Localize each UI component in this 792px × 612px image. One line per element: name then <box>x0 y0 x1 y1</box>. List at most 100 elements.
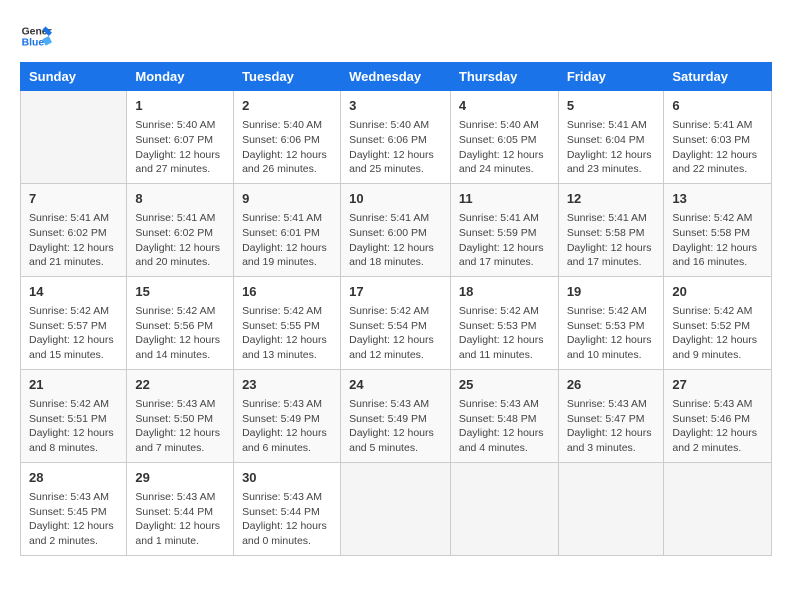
calendar-cell: 30 Sunrise: 5:43 AM Sunset: 5:44 PM Dayli… <box>234 462 341 555</box>
calendar-week-1: 1 Sunrise: 5:40 AM Sunset: 6:07 PM Daylig… <box>21 91 772 184</box>
calendar-header-row: SundayMondayTuesdayWednesdayThursdayFrid… <box>21 63 772 91</box>
col-header-wednesday: Wednesday <box>341 63 451 91</box>
calendar-cell: 23Sunrise: 5:43 AM Sunset: 5:49 PM Dayli… <box>234 369 341 462</box>
calendar-cell: 1 Sunrise: 5:40 AM Sunset: 6:07 PM Daylig… <box>127 91 234 184</box>
day-number: 26 <box>567 376 656 394</box>
calendar-cell: 8 Sunrise: 5:41 AM Sunset: 6:02 PM Daylig… <box>127 183 234 276</box>
day-info: Sunrise: 5:40 AM Sunset: 6:05 PM Dayligh… <box>459 118 550 177</box>
day-info: Sunrise: 5:43 AM Sunset: 5:50 PM Dayligh… <box>135 397 225 456</box>
calendar-cell: 26 Sunrise: 5:43 AM Sunset: 5:47 PM Dayli… <box>558 369 664 462</box>
day-info: Sunrise: 5:42 AM Sunset: 5:54 PM Dayligh… <box>349 304 442 363</box>
calendar-week-4: 21 Sunrise: 5:42 AM Sunset: 5:51 PM Dayli… <box>21 369 772 462</box>
day-info: Sunrise: 5:41 AM Sunset: 6:02 PM Dayligh… <box>135 211 225 270</box>
calendar-cell: 28Sunrise: 5:43 AM Sunset: 5:45 PM Dayli… <box>21 462 127 555</box>
day-info: Sunrise: 5:43 AM Sunset: 5:47 PM Dayligh… <box>567 397 656 456</box>
day-info: Sunrise: 5:41 AM Sunset: 6:03 PM Dayligh… <box>672 118 763 177</box>
calendar-cell: 11 Sunrise: 5:41 AM Sunset: 5:59 PM Dayli… <box>450 183 558 276</box>
calendar-cell: 20 Sunrise: 5:42 AM Sunset: 5:52 PM Dayli… <box>664 276 772 369</box>
day-info: Sunrise: 5:42 AM Sunset: 5:57 PM Dayligh… <box>29 304 118 363</box>
svg-text:Blue: Blue <box>22 38 45 49</box>
day-info: Sunrise: 5:41 AM Sunset: 5:59 PM Dayligh… <box>459 211 550 270</box>
logo-icon: General Blue <box>20 20 52 52</box>
col-header-monday: Monday <box>127 63 234 91</box>
calendar-cell <box>450 462 558 555</box>
day-info: Sunrise: 5:41 AM Sunset: 5:58 PM Dayligh… <box>567 211 656 270</box>
calendar-cell: 25 Sunrise: 5:43 AM Sunset: 5:48 PM Dayli… <box>450 369 558 462</box>
day-number: 17 <box>349 283 442 301</box>
col-header-friday: Friday <box>558 63 664 91</box>
calendar-cell <box>341 462 451 555</box>
calendar-week-3: 14 Sunrise: 5:42 AM Sunset: 5:57 PM Dayli… <box>21 276 772 369</box>
col-header-sunday: Sunday <box>21 63 127 91</box>
day-info: Sunrise: 5:42 AM Sunset: 5:56 PM Dayligh… <box>135 304 225 363</box>
day-info: Sunrise: 5:43 AM Sunset: 5:45 PM Dayligh… <box>29 490 118 549</box>
calendar-cell: 27 Sunrise: 5:43 AM Sunset: 5:46 PM Dayli… <box>664 369 772 462</box>
col-header-thursday: Thursday <box>450 63 558 91</box>
calendar-cell: 15 Sunrise: 5:42 AM Sunset: 5:56 PM Dayli… <box>127 276 234 369</box>
calendar-cell: 5 Sunrise: 5:41 AM Sunset: 6:04 PM Daylig… <box>558 91 664 184</box>
day-number: 8 <box>135 190 225 208</box>
logo: General Blue <box>20 20 56 52</box>
calendar-cell <box>664 462 772 555</box>
day-number: 15 <box>135 283 225 301</box>
day-number: 19 <box>567 283 656 301</box>
day-info: Sunrise: 5:41 AM Sunset: 6:01 PM Dayligh… <box>242 211 332 270</box>
calendar-cell: 6Sunrise: 5:41 AM Sunset: 6:03 PM Daylig… <box>664 91 772 184</box>
day-info: Sunrise: 5:42 AM Sunset: 5:55 PM Dayligh… <box>242 304 332 363</box>
calendar-table: SundayMondayTuesdayWednesdayThursdayFrid… <box>20 62 772 556</box>
day-info: Sunrise: 5:41 AM Sunset: 6:00 PM Dayligh… <box>349 211 442 270</box>
calendar-cell: 16 Sunrise: 5:42 AM Sunset: 5:55 PM Dayli… <box>234 276 341 369</box>
day-info: Sunrise: 5:40 AM Sunset: 6:06 PM Dayligh… <box>349 118 442 177</box>
day-number: 9 <box>242 190 332 208</box>
calendar-week-5: 28Sunrise: 5:43 AM Sunset: 5:45 PM Dayli… <box>21 462 772 555</box>
calendar-cell: 13Sunrise: 5:42 AM Sunset: 5:58 PM Dayli… <box>664 183 772 276</box>
day-number: 16 <box>242 283 332 301</box>
calendar-cell: 19 Sunrise: 5:42 AM Sunset: 5:53 PM Dayli… <box>558 276 664 369</box>
day-number: 10 <box>349 190 442 208</box>
col-header-tuesday: Tuesday <box>234 63 341 91</box>
day-info: Sunrise: 5:40 AM Sunset: 6:06 PM Dayligh… <box>242 118 332 177</box>
day-number: 22 <box>135 376 225 394</box>
calendar-cell: 24Sunrise: 5:43 AM Sunset: 5:49 PM Dayli… <box>341 369 451 462</box>
calendar-cell: 12Sunrise: 5:41 AM Sunset: 5:58 PM Dayli… <box>558 183 664 276</box>
day-info: Sunrise: 5:41 AM Sunset: 6:04 PM Dayligh… <box>567 118 656 177</box>
calendar-cell <box>558 462 664 555</box>
day-number: 4 <box>459 97 550 115</box>
calendar-cell: 7 Sunrise: 5:41 AM Sunset: 6:02 PM Daylig… <box>21 183 127 276</box>
day-number: 13 <box>672 190 763 208</box>
day-number: 29 <box>135 469 225 487</box>
day-number: 27 <box>672 376 763 394</box>
day-info: Sunrise: 5:42 AM Sunset: 5:52 PM Dayligh… <box>672 304 763 363</box>
day-info: Sunrise: 5:43 AM Sunset: 5:49 PM Dayligh… <box>349 397 442 456</box>
calendar-cell: 22 Sunrise: 5:43 AM Sunset: 5:50 PM Dayli… <box>127 369 234 462</box>
day-number: 20 <box>672 283 763 301</box>
calendar-cell: 2Sunrise: 5:40 AM Sunset: 6:06 PM Daylig… <box>234 91 341 184</box>
calendar-week-2: 7 Sunrise: 5:41 AM Sunset: 6:02 PM Daylig… <box>21 183 772 276</box>
calendar-cell: 9 Sunrise: 5:41 AM Sunset: 6:01 PM Daylig… <box>234 183 341 276</box>
day-info: Sunrise: 5:42 AM Sunset: 5:53 PM Dayligh… <box>459 304 550 363</box>
day-number: 1 <box>135 97 225 115</box>
day-number: 18 <box>459 283 550 301</box>
day-info: Sunrise: 5:42 AM Sunset: 5:51 PM Dayligh… <box>29 397 118 456</box>
calendar-cell: 4 Sunrise: 5:40 AM Sunset: 6:05 PM Daylig… <box>450 91 558 184</box>
day-number: 11 <box>459 190 550 208</box>
page-header: General Blue <box>20 20 772 52</box>
day-info: Sunrise: 5:43 AM Sunset: 5:44 PM Dayligh… <box>242 490 332 549</box>
day-number: 21 <box>29 376 118 394</box>
calendar-cell: 21 Sunrise: 5:42 AM Sunset: 5:51 PM Dayli… <box>21 369 127 462</box>
day-info: Sunrise: 5:43 AM Sunset: 5:44 PM Dayligh… <box>135 490 225 549</box>
day-number: 25 <box>459 376 550 394</box>
day-number: 23 <box>242 376 332 394</box>
day-info: Sunrise: 5:41 AM Sunset: 6:02 PM Dayligh… <box>29 211 118 270</box>
day-number: 14 <box>29 283 118 301</box>
day-info: Sunrise: 5:43 AM Sunset: 5:46 PM Dayligh… <box>672 397 763 456</box>
day-number: 7 <box>29 190 118 208</box>
calendar-cell: 14 Sunrise: 5:42 AM Sunset: 5:57 PM Dayli… <box>21 276 127 369</box>
calendar-cell: 18 Sunrise: 5:42 AM Sunset: 5:53 PM Dayli… <box>450 276 558 369</box>
day-number: 5 <box>567 97 656 115</box>
day-info: Sunrise: 5:42 AM Sunset: 5:53 PM Dayligh… <box>567 304 656 363</box>
calendar-cell: 3Sunrise: 5:40 AM Sunset: 6:06 PM Daylig… <box>341 91 451 184</box>
day-number: 30 <box>242 469 332 487</box>
day-info: Sunrise: 5:40 AM Sunset: 6:07 PM Dayligh… <box>135 118 225 177</box>
day-info: Sunrise: 5:43 AM Sunset: 5:48 PM Dayligh… <box>459 397 550 456</box>
